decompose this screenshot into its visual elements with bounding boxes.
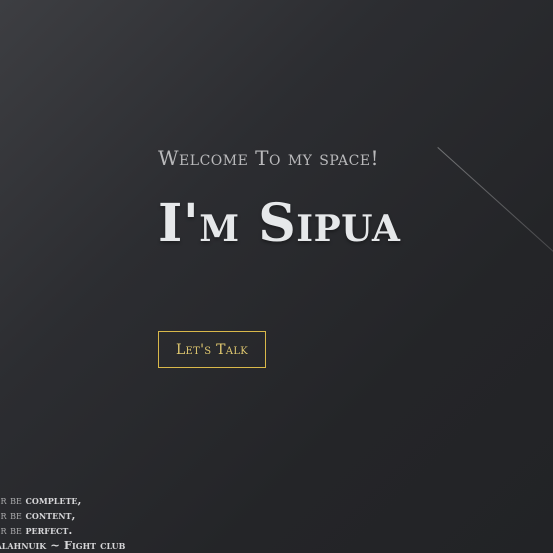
quote-line-3: never be perfect. xyxy=(0,523,125,538)
quote-line-emphasis: content, xyxy=(25,508,76,522)
quote-line-1: never be complete, xyxy=(0,493,125,508)
quote-line-prefix: never be xyxy=(0,508,22,522)
quote-attribution: k Palahnuik ~ Fight club xyxy=(0,538,126,552)
quote-line-prefix: never be xyxy=(0,493,22,507)
hero-headline: I'm Sipua xyxy=(158,193,401,254)
quote-line-prefix: never be xyxy=(0,523,22,537)
quote-block: never be complete, never be content, nev… xyxy=(0,493,125,553)
lets-talk-button[interactable]: Let's Talk xyxy=(158,331,266,368)
welcome-text: Welcome To my space! xyxy=(158,146,380,170)
quote-line-emphasis: complete, xyxy=(25,493,82,507)
quote-line-emphasis: perfect. xyxy=(25,523,73,537)
quote-line-2: never be content, xyxy=(0,508,125,523)
hero-section: Welcome To my space! I'm Sipua xyxy=(158,146,538,254)
